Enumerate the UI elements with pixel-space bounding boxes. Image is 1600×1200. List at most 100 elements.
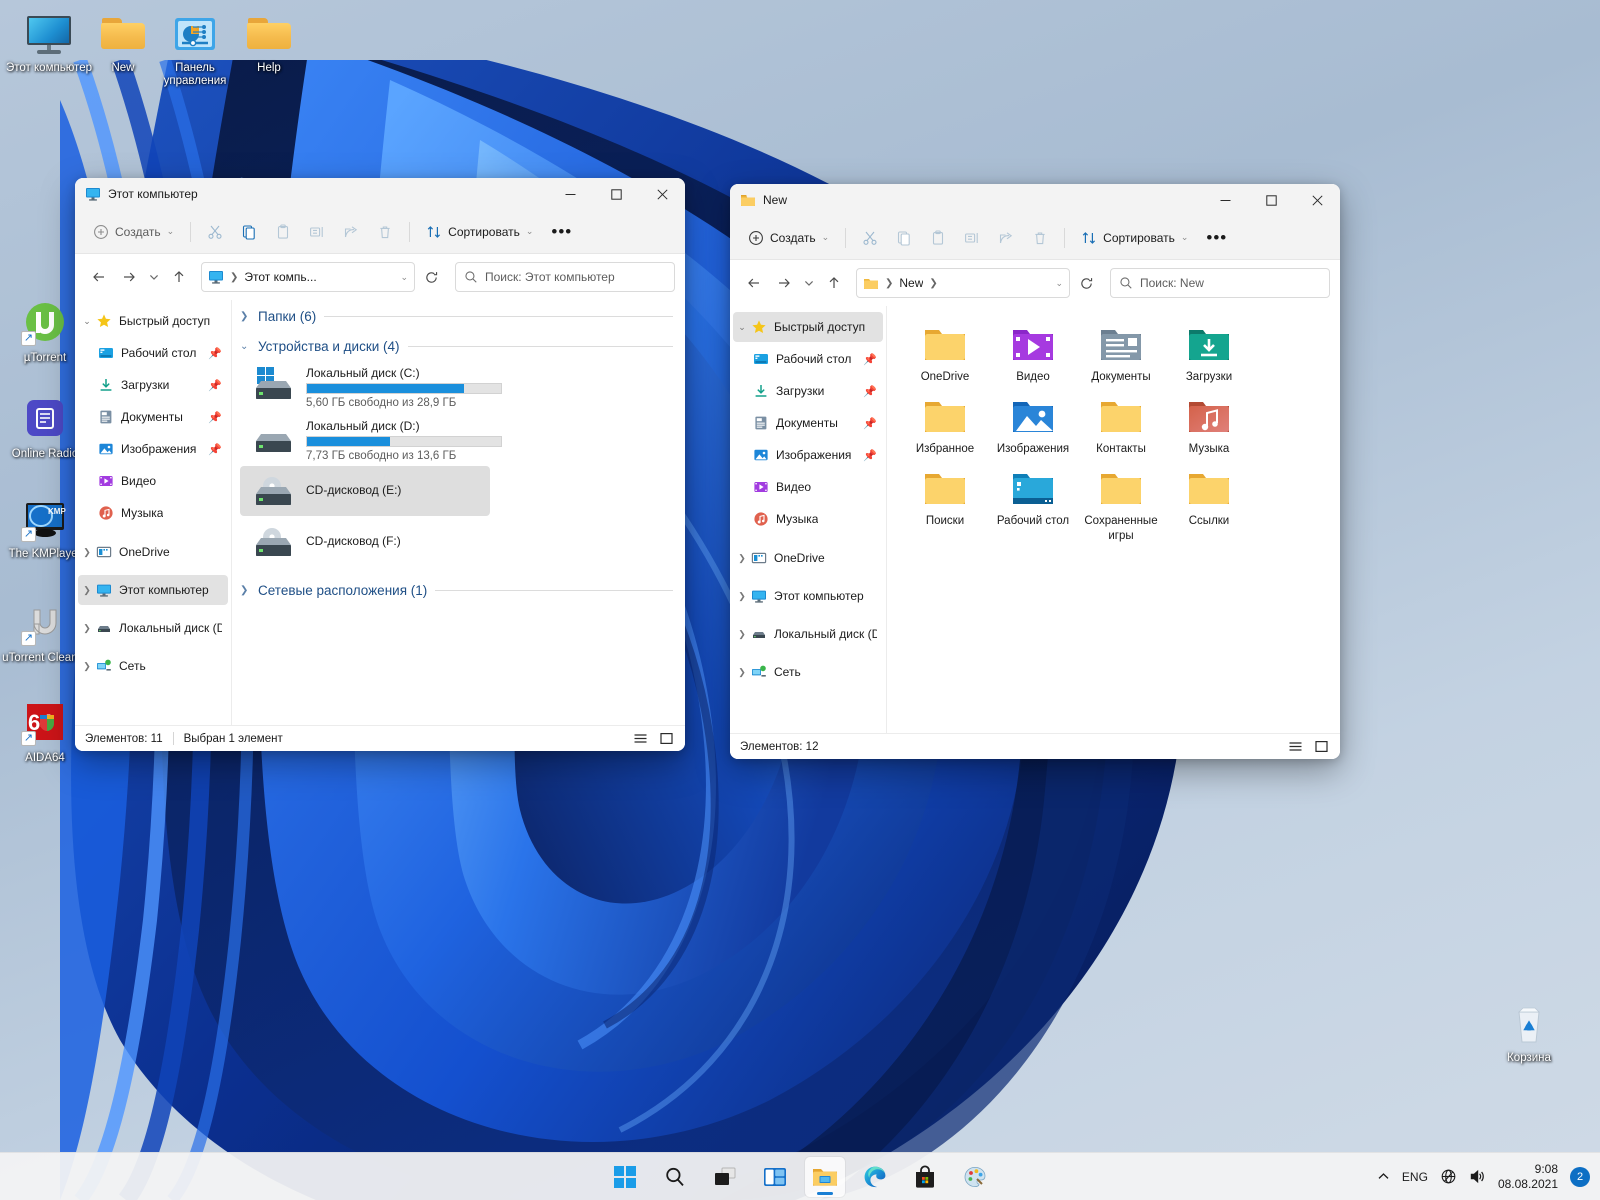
more-button[interactable]: ••• [543,217,580,247]
network-icon[interactable] [1440,1168,1457,1185]
group-header-folders[interactable]: ❯ Папки (6) [232,300,685,330]
details-view-button[interactable] [1287,738,1304,755]
chevron-right-icon[interactable]: ❯ [78,547,96,558]
file-list-pane[interactable]: OneDrive Видео Документы Загрузки Избран… [887,306,1340,733]
pin-icon[interactable]: 📌 [208,411,222,424]
store-button[interactable] [905,1157,945,1197]
address-bar[interactable]: ❯ Этот компь... ⌄ [201,262,415,292]
new-button[interactable]: Создать ⌄ [85,217,182,247]
chevron-right-icon[interactable]: ❯ [733,591,751,602]
list-item[interactable]: Ссылки [1165,460,1253,547]
sort-button[interactable]: Сортировать ⌄ [418,217,541,247]
details-view-button[interactable] [632,730,649,747]
navigation-bar[interactable]: ❯ New ❯ ⌄ Поиск: New [730,260,1340,306]
sidebar-item-desktop[interactable]: Рабочий стол 📌 [733,344,883,374]
titlebar[interactable]: New [730,184,1340,216]
chevron-right-icon[interactable]: ❯ [733,629,751,640]
search-input[interactable]: Поиск: New [1110,268,1330,298]
sort-button[interactable]: Сортировать ⌄ [1073,223,1196,253]
widgets-button[interactable] [755,1157,795,1197]
chevron-right-icon[interactable]: ❯ [240,585,250,596]
breadcrumb-current[interactable]: New [899,276,923,290]
window-new[interactable]: New Создать ⌄ Сортировать ⌄ ••• ❯ New ❯ … [730,184,1340,759]
group-header-network-locations[interactable]: ❯ Сетевые расположения (1) [232,574,685,604]
edge-button[interactable] [855,1157,895,1197]
new-button[interactable]: Создать ⌄ [740,223,837,253]
window-this-pc[interactable]: Этот компьютер Создать ⌄ Сортировать ⌄ •… [75,178,685,751]
list-item[interactable]: Видео [989,316,1077,388]
refresh-button[interactable] [417,263,445,291]
list-item[interactable]: Музыка [1165,388,1253,460]
forward-button[interactable] [770,269,798,297]
sidebar-item-this-pc[interactable]: ❯ Этот компьютер [78,575,228,605]
sidebar-item-downloads[interactable]: Загрузки 📌 [733,376,883,406]
sidebar-item-quick-access[interactable]: ⌄ Быстрый доступ [733,312,883,342]
list-item[interactable]: Поиски [901,460,989,547]
navigation-pane[interactable]: ⌄ Быстрый доступ Рабочий стол 📌 Загрузки… [730,306,887,733]
sidebar-item-local-disk-d[interactable]: ❯ Локальный диск (D [78,613,228,643]
drive-row-d[interactable]: Локальный диск (D:) 7,73 ГБ свободно из … [240,413,677,466]
close-button[interactable] [1294,184,1340,216]
back-button[interactable] [85,263,113,291]
show-hidden-icons-button[interactable] [1377,1170,1390,1183]
chevron-right-icon[interactable]: ❯ [733,553,751,564]
volume-icon[interactable] [1469,1168,1486,1185]
drive-row-f[interactable]: CD-дисковод (F:) [240,522,677,562]
chevron-down-icon[interactable]: ⌄ [400,272,408,283]
task-view-button[interactable] [705,1157,745,1197]
rename-button[interactable] [956,223,988,253]
tiles-view-button[interactable] [658,730,675,747]
group-header-drives[interactable]: ⌄ Устройства и диски (4) [232,330,685,360]
up-button[interactable] [820,269,848,297]
refresh-button[interactable] [1072,269,1100,297]
chevron-down-icon[interactable]: ⌄ [733,322,751,333]
language-indicator[interactable]: ENG [1402,1170,1428,1184]
pin-icon[interactable]: 📌 [208,347,222,360]
list-item[interactable]: OneDrive [901,316,989,388]
clock[interactable]: 9:08 08.08.2021 [1498,1162,1558,1192]
up-button[interactable] [165,263,193,291]
share-button[interactable] [990,223,1022,253]
cut-button[interactable] [854,223,886,253]
rename-button[interactable] [301,217,333,247]
pin-icon[interactable]: 📌 [863,385,877,398]
sidebar-item-network[interactable]: ❯ Сеть [78,651,228,681]
sidebar-item-onedrive[interactable]: ❯ OneDrive [733,543,883,573]
breadcrumb-current[interactable]: Этот компь... [244,270,316,284]
desktop-icon-help[interactable]: Help [224,10,314,75]
titlebar[interactable]: Этот компьютер [75,178,685,210]
pin-icon[interactable]: 📌 [863,353,877,366]
chevron-right-icon[interactable]: ❯ [78,623,96,634]
taskbar-center-group[interactable] [605,1156,995,1197]
navigation-pane[interactable]: ⌄ Быстрый доступ Рабочий стол 📌 Загрузки… [75,300,232,725]
taskbar[interactable]: ENG 9:08 08.08.2021 2 [0,1152,1600,1200]
sidebar-item-videos[interactable]: Видео [78,466,228,496]
start-button[interactable] [605,1157,645,1197]
system-tray[interactable]: ENG 9:08 08.08.2021 2 [1377,1162,1590,1192]
sidebar-item-this-pc[interactable]: ❯ Этот компьютер [733,581,883,611]
maximize-button[interactable] [593,178,639,210]
sidebar-item-quick-access[interactable]: ⌄ Быстрый доступ [78,306,228,336]
address-bar[interactable]: ❯ New ❯ ⌄ [856,268,1070,298]
copy-button[interactable] [233,217,265,247]
desktop-icon-recycle-bin[interactable]: Корзина [1484,1000,1574,1065]
list-item[interactable]: Изображения [989,388,1077,460]
list-item[interactable]: Избранное [901,388,989,460]
back-button[interactable] [740,269,768,297]
window-controls[interactable] [1202,184,1340,216]
breadcrumb-separator[interactable]: ❯ [929,278,937,289]
sidebar-item-onedrive[interactable]: ❯ OneDrive [78,537,228,567]
minimize-button[interactable] [1202,184,1248,216]
list-item[interactable]: Сохраненные игры [1077,460,1165,547]
forward-button[interactable] [115,263,143,291]
sidebar-item-network[interactable]: ❯ Сеть [733,657,883,687]
delete-button[interactable] [369,217,401,247]
search-input[interactable]: Поиск: Этот компьютер [455,262,675,292]
notification-badge[interactable]: 2 [1570,1166,1590,1187]
recent-locations-button[interactable] [800,269,818,297]
sidebar-item-documents[interactable]: Документы 📌 [78,402,228,432]
sidebar-item-music[interactable]: Музыка [733,504,883,534]
file-list-pane[interactable]: ❯ Папки (6) ⌄ Устройства и диски (4) Лок… [232,300,685,725]
paste-button[interactable] [922,223,954,253]
pin-icon[interactable]: 📌 [208,443,222,456]
